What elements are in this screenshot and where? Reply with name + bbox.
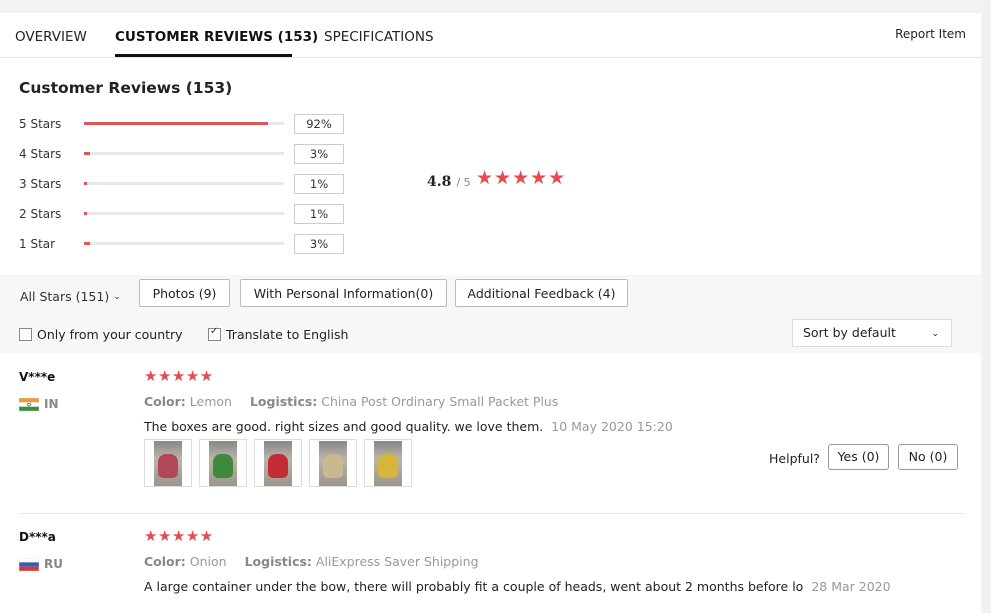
additional-feedback-filter-button[interactable]: Additional Feedback (4): [455, 279, 628, 307]
logistics-label: Logistics:: [244, 554, 312, 569]
color-label: Color:: [144, 554, 186, 569]
review-attributes: Color: Onion Logistics: AliExpress Saver…: [144, 554, 479, 569]
average-score-value: 4.8: [427, 174, 452, 190]
rating-row-4[interactable]: 4 Stars 3%: [19, 144, 349, 164]
review-photo-thumbnail[interactable]: [254, 439, 302, 487]
rating-label: 5 Stars: [19, 117, 62, 131]
all-stars-dropdown[interactable]: All Stars (151) ⌄: [20, 289, 121, 304]
chevron-down-icon: ⌄: [931, 329, 939, 339]
review-photo-thumbnail[interactable]: [144, 439, 192, 487]
reviewer-country: IN: [44, 397, 59, 411]
review-divider: [19, 513, 965, 514]
review-body: The boxes are good. right sizes and good…: [144, 419, 544, 434]
rating-row-1[interactable]: 1 Star 3%: [19, 234, 349, 254]
review-photo-thumbnail[interactable]: [309, 439, 357, 487]
report-item-link[interactable]: Report Item: [895, 27, 966, 41]
active-tab-indicator: [115, 54, 292, 57]
review-body: A large container under the bow, there w…: [144, 579, 804, 594]
reviews-title: Customer Reviews (153): [19, 79, 233, 97]
rating-bar-fill: [84, 212, 87, 215]
review-star-icons: ★★★★★: [144, 367, 214, 385]
rating-label: 3 Stars: [19, 177, 62, 191]
translate-checkbox[interactable]: Translate to English: [208, 326, 349, 342]
reviewer-name: D***a: [19, 530, 56, 544]
review-date: 28 Mar 2020: [811, 579, 891, 594]
review-attributes: Color: Lemon Logistics: China Post Ordin…: [144, 394, 558, 409]
rating-percent: 1%: [294, 174, 344, 194]
rating-label: 1 Star: [19, 237, 56, 251]
checkbox-unchecked-icon: [19, 328, 32, 341]
chevron-down-icon: ⌄: [113, 292, 121, 302]
average-score: 4.8 / 5: [427, 171, 471, 190]
average-score-max: / 5: [456, 176, 471, 189]
review-text: The boxes are good. right sizes and good…: [144, 419, 673, 434]
rating-label: 2 Stars: [19, 207, 62, 221]
russia-flag-icon: [19, 558, 39, 571]
logistics-label: Logistics:: [249, 394, 318, 409]
review-photo-thumbnail[interactable]: [364, 439, 412, 487]
average-star-icons: ★★★★★: [476, 167, 567, 189]
all-stars-label: All Stars (151): [20, 289, 110, 304]
tab-customer-reviews[interactable]: CUSTOMER REVIEWS (153): [115, 29, 318, 45]
sort-dropdown[interactable]: Sort by default ⌄: [792, 319, 952, 347]
tab-bar: OVERVIEW CUSTOMER REVIEWS (153) SPECIFIC…: [0, 13, 981, 58]
sort-label: Sort by default: [803, 325, 896, 340]
checkbox-checked-icon: [208, 326, 221, 341]
review-text: A large container under the bow, there w…: [144, 579, 891, 594]
helpful-yes-button[interactable]: Yes (0): [828, 444, 889, 470]
color-value: Onion: [189, 554, 227, 569]
rating-label: 4 Stars: [19, 147, 62, 161]
rating-percent: 3%: [294, 144, 344, 164]
rating-bar: [84, 122, 284, 125]
only-from-country-label: Only from your country: [37, 327, 183, 342]
rating-bar: [84, 212, 284, 215]
review-date: 10 May 2020 15:20: [551, 419, 673, 434]
tab-overview[interactable]: OVERVIEW: [15, 29, 87, 45]
rating-bar: [84, 152, 284, 155]
color-value: Lemon: [189, 394, 232, 409]
rating-bar-fill: [84, 182, 87, 185]
rating-percent: 3%: [294, 234, 344, 254]
reviewer-name: V***e: [19, 370, 56, 384]
rating-percent: 92%: [294, 114, 344, 134]
translate-label: Translate to English: [226, 327, 349, 342]
helpful-label: Helpful?: [769, 451, 820, 466]
review-photo-thumbnail[interactable]: [199, 439, 247, 487]
logistics-value: China Post Ordinary Small Packet Plus: [321, 394, 559, 409]
rating-bar: [84, 182, 284, 185]
only-from-country-checkbox[interactable]: Only from your country: [19, 327, 183, 342]
rating-bar: [84, 242, 284, 245]
tab-specifications[interactable]: SPECIFICATIONS: [324, 29, 434, 45]
rating-row-5[interactable]: 5 Stars 92%: [19, 114, 349, 134]
helpful-no-button[interactable]: No (0): [898, 444, 958, 470]
rating-bar-fill: [84, 242, 90, 245]
india-flag-icon: [19, 398, 39, 411]
product-detail-panel: OVERVIEW CUSTOMER REVIEWS (153) SPECIFIC…: [0, 13, 981, 613]
review-filter-bar: All Stars (151) ⌄ Photos (9) With Persona…: [0, 275, 981, 353]
rating-row-3[interactable]: 3 Stars 1%: [19, 174, 349, 194]
rating-bar-fill: [84, 122, 268, 125]
color-label: Color:: [144, 394, 186, 409]
review-star-icons: ★★★★★: [144, 527, 214, 545]
rating-percent: 1%: [294, 204, 344, 224]
photos-filter-button[interactable]: Photos (9): [139, 279, 230, 307]
rating-bar-fill: [84, 152, 90, 155]
logistics-value: AliExpress Saver Shipping: [315, 554, 479, 569]
rating-row-2[interactable]: 2 Stars 1%: [19, 204, 349, 224]
personal-info-filter-button[interactable]: With Personal Information(0): [240, 279, 447, 307]
reviewer-country: RU: [44, 557, 63, 571]
